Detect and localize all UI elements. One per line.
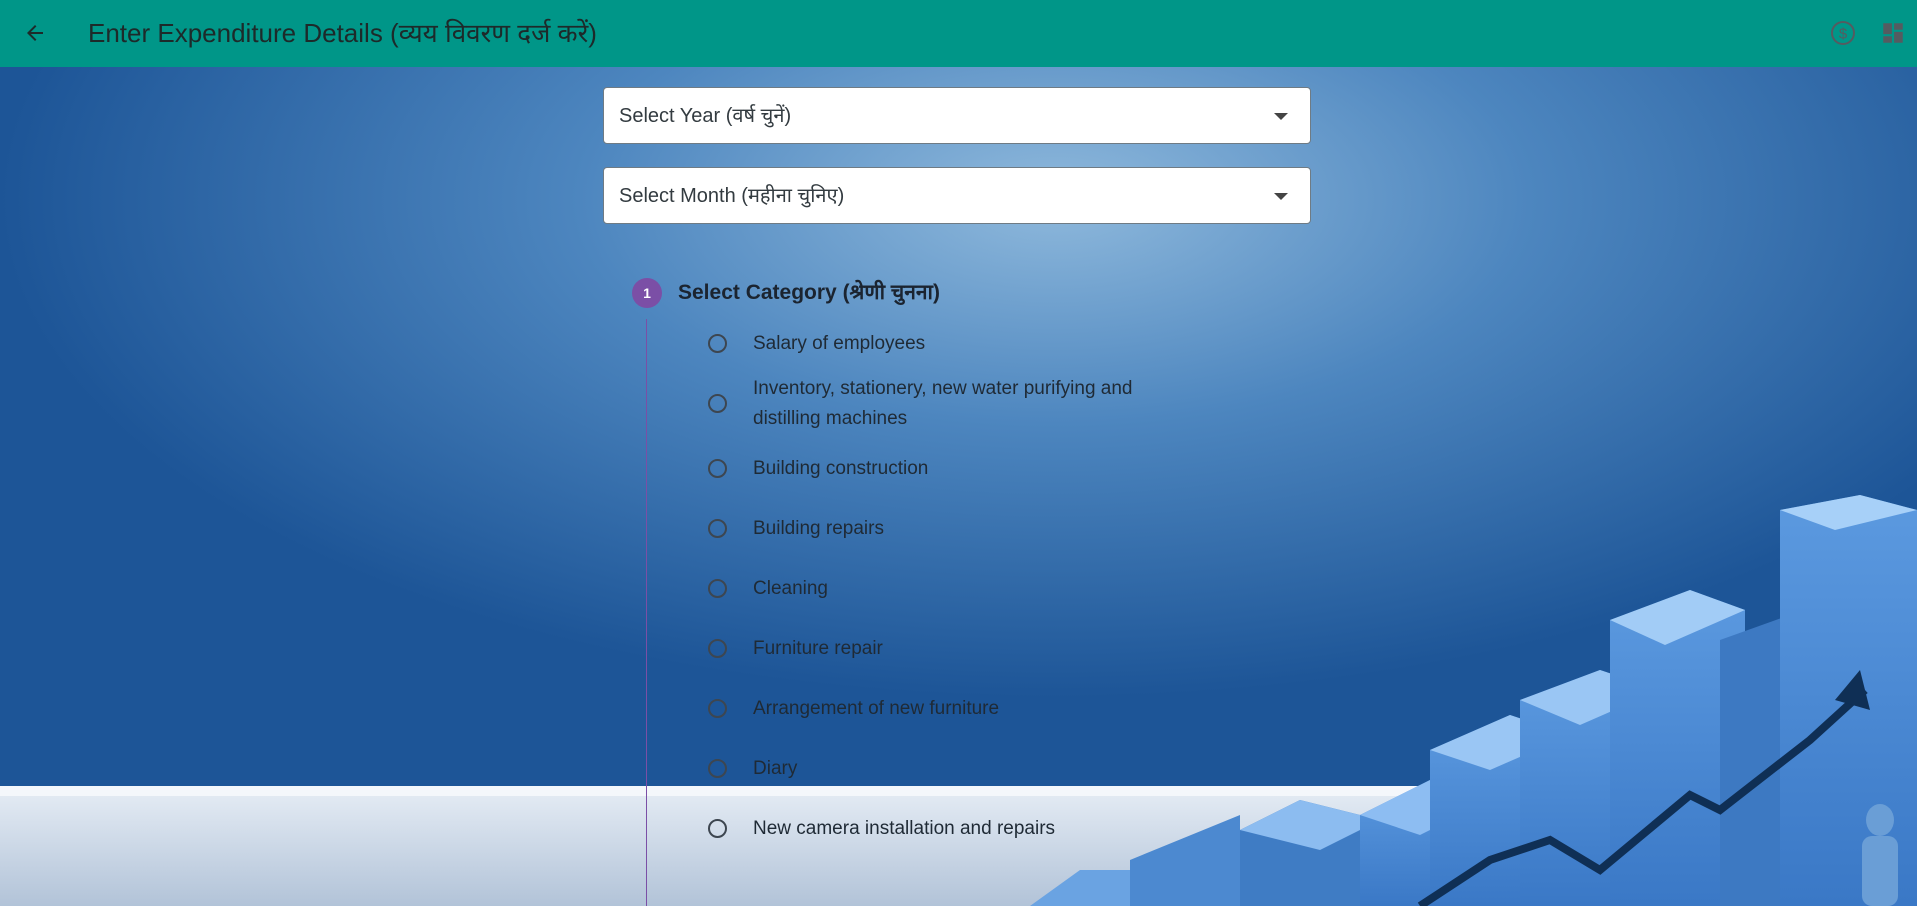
page-title: Enter Expenditure Details (व्यय विवरण दर… (88, 18, 597, 48)
category-option[interactable]: Cleaning (700, 574, 1220, 604)
radio-button[interactable] (708, 334, 727, 353)
category-option-label: Cleaning (753, 578, 828, 599)
currency-icon: $ (1831, 21, 1855, 45)
step-title[interactable]: Select Category (श्रेणी चुनना) (678, 275, 940, 311)
category-option-label: Diary (753, 758, 798, 779)
radio-button[interactable] (708, 459, 727, 478)
step-number-badge: 1 (632, 278, 662, 308)
radio-button[interactable] (708, 394, 727, 413)
expenditure-form: Select Year (वर्ष चुनें) Select Month (म… (0, 67, 1917, 906)
month-select-placeholder: Select Month (महीना चुनिए) (619, 185, 845, 207)
month-select[interactable]: Select Month (महीना चुनिए) (603, 167, 1311, 224)
radio-button[interactable] (708, 639, 727, 658)
category-option[interactable]: New camera installation and repairs (700, 814, 1220, 844)
app-bar: Enter Expenditure Details (व्यय विवरण दर… (0, 0, 1917, 67)
category-option-label: Furniture repair (753, 638, 883, 659)
chevron-down-icon (1274, 193, 1288, 200)
category-option[interactable]: Building construction (700, 454, 1220, 484)
category-option[interactable]: Arrangement of new furniture (700, 694, 1220, 724)
expenditure-button[interactable]: $ (1824, 14, 1862, 52)
category-option-label: Arrangement of new furniture (753, 698, 1000, 719)
arrow-back-icon (27, 25, 43, 41)
dashboard-icon (1883, 23, 1903, 43)
category-option[interactable]: Furniture repair (700, 634, 1220, 664)
dashboard-button[interactable] (1874, 14, 1912, 52)
year-select-placeholder: Select Year (वर्ष चुनें) (619, 105, 792, 127)
chevron-down-icon (1274, 113, 1288, 120)
page: Enter Expenditure Details (व्यय विवरण दर… (0, 0, 1917, 906)
category-option[interactable]: Inventory, stationery, new water purifyi… (700, 374, 1220, 434)
category-option-label: Inventory, stationery, new water purifyi… (753, 378, 1133, 429)
radio-button[interactable] (708, 819, 727, 838)
year-select[interactable]: Select Year (वर्ष चुनें) (603, 87, 1311, 144)
category-option-label: Building repairs (753, 518, 884, 539)
step-connector-line (646, 319, 647, 906)
svg-text:$: $ (1839, 26, 1848, 43)
back-button[interactable] (16, 14, 54, 52)
category-option[interactable]: Building repairs (700, 514, 1220, 544)
category-option-label: Building construction (753, 458, 929, 479)
category-option[interactable]: Diary (700, 754, 1220, 784)
category-option[interactable]: Salary of employees (700, 329, 1220, 359)
radio-button[interactable] (708, 699, 727, 718)
radio-button[interactable] (708, 519, 727, 538)
category-option-label: Salary of employees (753, 333, 926, 354)
radio-button[interactable] (708, 579, 727, 598)
radio-button[interactable] (708, 759, 727, 778)
category-option-label: New camera installation and repairs (753, 818, 1056, 839)
